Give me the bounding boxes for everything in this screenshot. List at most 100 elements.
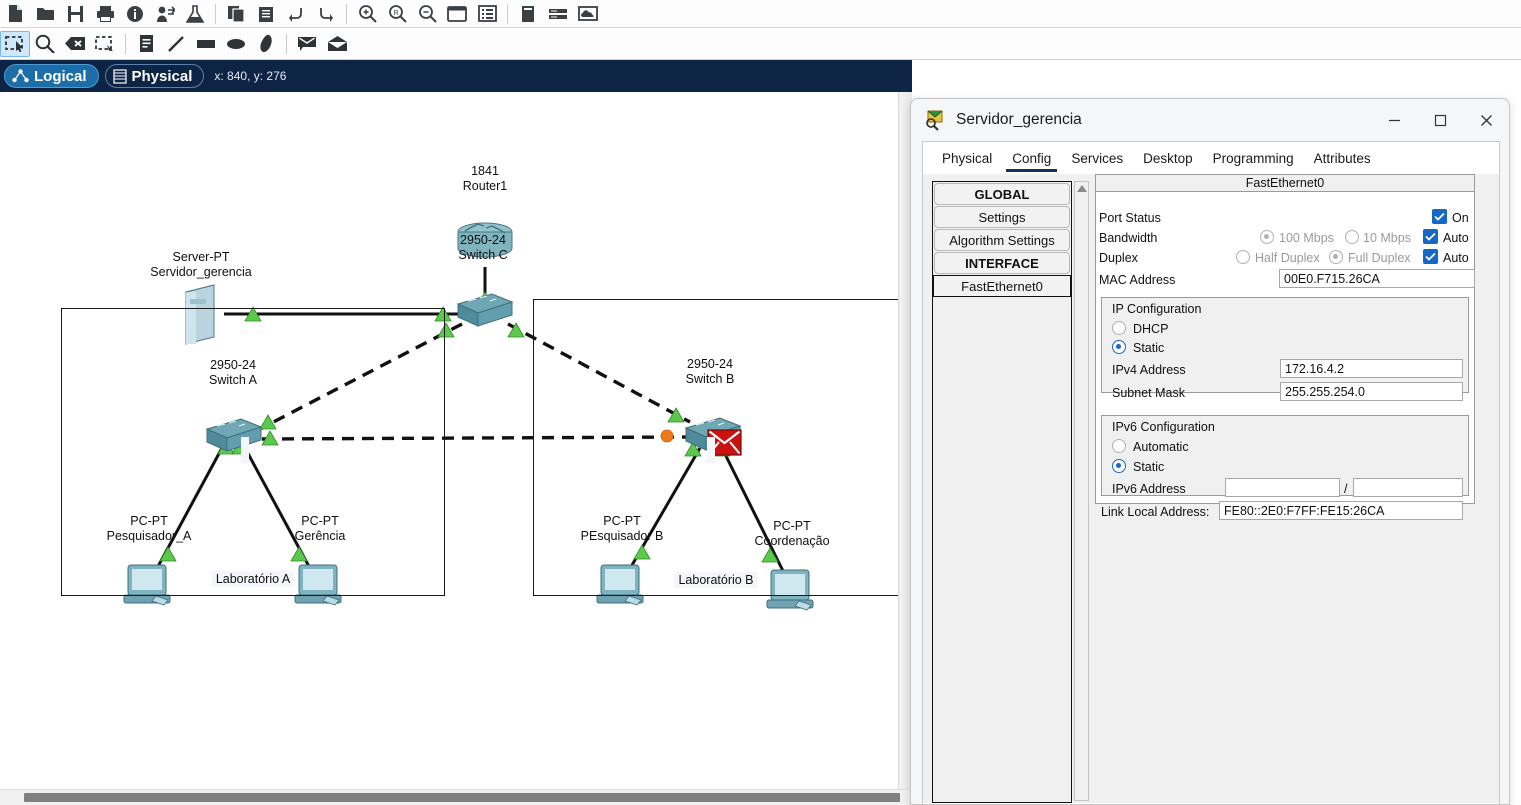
- palette-window-icon[interactable]: [442, 1, 472, 27]
- zoom-in-icon[interactable]: [352, 1, 382, 27]
- ip-dhcp-label: DHCP: [1133, 322, 1169, 336]
- svg-text:R: R: [393, 10, 398, 17]
- list-panel-icon[interactable]: [472, 1, 502, 27]
- ipv6-automatic-radio[interactable]: [1112, 439, 1126, 453]
- device-panel-icon[interactable]: [513, 1, 543, 27]
- toolbar-divider: [507, 3, 508, 24]
- nav-group-interface: INTERFACE: [934, 252, 1070, 274]
- physical-view-label: Physical: [131, 67, 193, 85]
- nav-item-algorithm-settings[interactable]: Algorithm Settings: [934, 229, 1070, 251]
- device-config-dialog[interactable]: Servidor_gerencia Physical Config Servic…: [910, 98, 1510, 805]
- port-status-checkbox[interactable]: [1432, 209, 1447, 224]
- nav-group-global: GLOBAL: [934, 183, 1070, 205]
- ipv6-prefix-field[interactable]: [1353, 478, 1463, 497]
- tab-physical[interactable]: Physical: [932, 147, 1002, 174]
- add-complex-pdu-icon[interactable]: [322, 31, 352, 57]
- delete-tool-icon[interactable]: [60, 31, 90, 57]
- ip-dhcp-radio[interactable]: [1112, 321, 1126, 335]
- bandwidth-10mbps-radio[interactable]: [1345, 230, 1359, 244]
- save-file-icon[interactable]: [60, 1, 90, 27]
- topology-canvas[interactable]: Laboratório A Laboratório B Server-PT Se…: [0, 92, 898, 789]
- resize-shape-icon[interactable]: [90, 31, 120, 57]
- mac-address-field[interactable]: 00E0.F715.26CA: [1279, 269, 1475, 288]
- cursor-coordinates: x: 840, y: 276: [214, 69, 287, 83]
- draw-ellipse-icon[interactable]: [221, 31, 251, 57]
- link-local-address-field[interactable]: FE80::2E0:F7FF:FE15:26CA: [1219, 501, 1463, 520]
- physical-view-button[interactable]: Physical: [104, 64, 205, 88]
- close-button[interactable]: [1463, 99, 1509, 141]
- minimize-button[interactable]: [1371, 99, 1417, 141]
- logical-view-button[interactable]: Logical: [4, 64, 99, 88]
- maximize-icon: [1434, 114, 1446, 126]
- bandwidth-label: Bandwidth: [1099, 231, 1158, 245]
- edit-toolbar: [0, 28, 1521, 60]
- print-icon[interactable]: [90, 1, 120, 27]
- interface-title: FastEthernet0: [1096, 175, 1474, 192]
- maximize-button[interactable]: [1417, 99, 1463, 141]
- link-local-address-label: Link Local Address:: [1101, 505, 1210, 519]
- zoom-reset-icon[interactable]: R: [382, 1, 412, 27]
- full-duplex-label: Full Duplex: [1348, 251, 1411, 265]
- duplex-auto-checkbox[interactable]: [1423, 249, 1438, 264]
- zone-laboratorio-b[interactable]: [533, 299, 898, 596]
- draw-line-icon[interactable]: [161, 31, 191, 57]
- ipv6-static-label: Static: [1133, 460, 1165, 474]
- zoom-out-icon[interactable]: [412, 1, 442, 27]
- network-info-icon[interactable]: [150, 1, 180, 27]
- add-simple-pdu-icon[interactable]: [292, 31, 322, 57]
- place-note-icon[interactable]: [131, 31, 161, 57]
- draw-rectangle-icon[interactable]: [191, 31, 221, 57]
- canvas-marker-b: [707, 437, 715, 463]
- config-nav-scrollbar[interactable]: [1074, 181, 1089, 801]
- port-status-label: Port Status: [1099, 211, 1161, 225]
- subnet-mask-label: Subnet Mask: [1112, 386, 1185, 400]
- duplex-label: Duplex: [1099, 251, 1138, 265]
- full-duplex-radio[interactable]: [1329, 250, 1343, 264]
- select-tool-icon[interactable]: [0, 30, 30, 57]
- mac-address-label: MAC Address: [1099, 273, 1176, 287]
- packet-tracer-app-icon: [926, 110, 943, 131]
- ip-static-label: Static: [1133, 341, 1165, 355]
- ipv6-prefix-separator: /: [1344, 482, 1348, 496]
- tab-services[interactable]: Services: [1061, 147, 1133, 174]
- dialog-titlebar[interactable]: Servidor_gerencia: [911, 99, 1509, 141]
- bandwidth-auto-checkbox[interactable]: [1423, 229, 1438, 244]
- ipv6-address-field[interactable]: [1225, 478, 1340, 497]
- cloud-image-icon[interactable]: [573, 1, 603, 27]
- tab-programming[interactable]: Programming: [1203, 147, 1304, 174]
- toolbar-divider: [286, 33, 287, 54]
- tab-config[interactable]: Config: [1002, 147, 1061, 174]
- canvas-horizontal-scrollbar-thumb[interactable]: [24, 793, 900, 802]
- undo-icon[interactable]: [281, 1, 311, 27]
- copy-icon[interactable]: [221, 1, 251, 27]
- open-file-icon[interactable]: [30, 1, 60, 27]
- ipv4-address-field[interactable]: 172.16.4.2: [1280, 359, 1463, 378]
- lab-flask-icon[interactable]: [180, 1, 210, 27]
- rack-icon[interactable]: [543, 1, 573, 27]
- draw-freeform-icon[interactable]: [251, 31, 281, 57]
- paste-icon[interactable]: [251, 1, 281, 27]
- nav-item-settings[interactable]: Settings: [934, 206, 1070, 228]
- zone-laboratorio-a[interactable]: [61, 308, 445, 596]
- bandwidth-auto-label: Auto: [1443, 231, 1469, 245]
- ipv6-automatic-label: Automatic: [1133, 440, 1189, 454]
- interface-config-panel: FastEthernet0 Port Status On Bandwidth 1…: [1095, 174, 1499, 803]
- subnet-mask-field[interactable]: 255.255.254.0: [1280, 382, 1463, 401]
- info-icon[interactable]: [120, 1, 150, 27]
- inspect-magnifier-icon[interactable]: [30, 31, 60, 57]
- bandwidth-100mbps-label: 100 Mbps: [1279, 231, 1334, 245]
- ip-static-radio[interactable]: [1112, 340, 1126, 354]
- nav-item-fastethernet0[interactable]: FastEthernet0: [933, 275, 1071, 297]
- scroll-up-arrow-icon[interactable]: [1076, 185, 1087, 192]
- half-duplex-radio[interactable]: [1236, 250, 1250, 264]
- bandwidth-100mbps-radio[interactable]: [1260, 230, 1274, 244]
- tab-attributes[interactable]: Attributes: [1304, 147, 1381, 174]
- half-duplex-label: Half Duplex: [1255, 251, 1320, 265]
- physical-rack-icon: [112, 68, 127, 84]
- toolbar-divider: [125, 33, 126, 54]
- ipv6-static-radio[interactable]: [1112, 459, 1126, 473]
- new-file-icon[interactable]: [0, 1, 30, 27]
- tab-desktop[interactable]: Desktop: [1133, 147, 1203, 174]
- redo-icon[interactable]: [311, 1, 341, 27]
- bandwidth-10mbps-label: 10 Mbps: [1363, 231, 1411, 245]
